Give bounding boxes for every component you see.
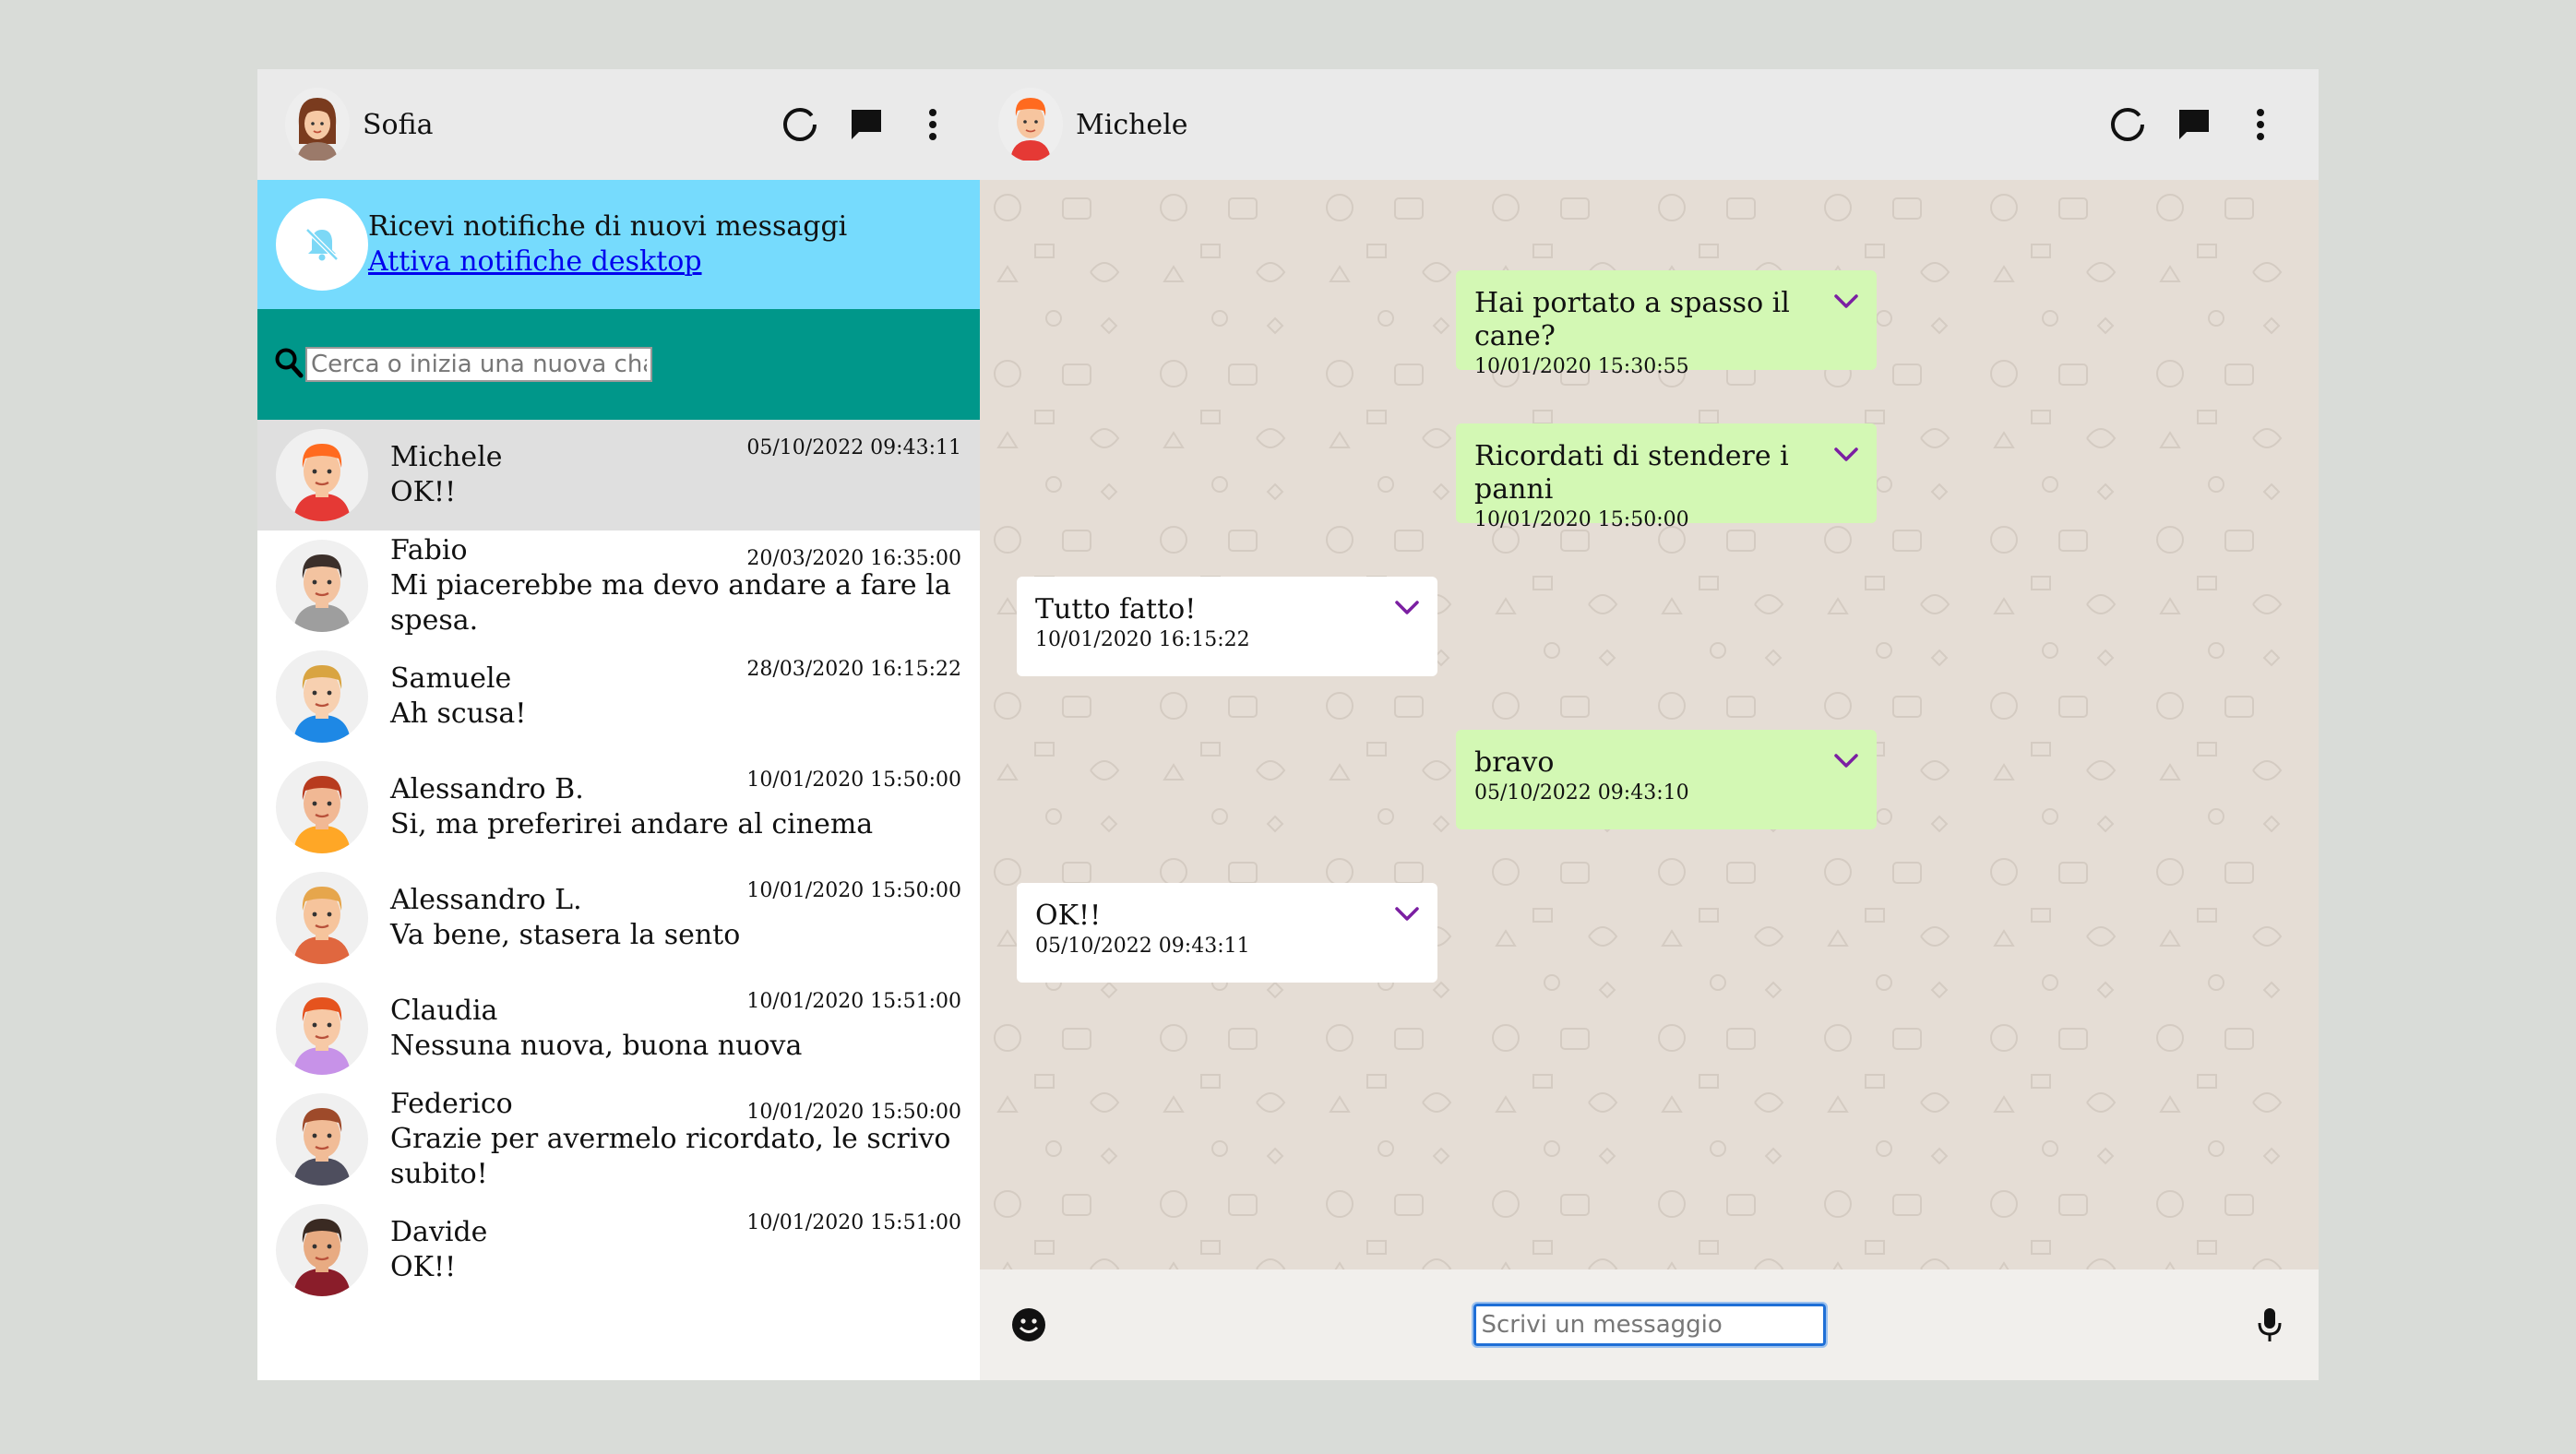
- chat-panel: Michele Hai portato a spasso il cane? 10…: [980, 69, 2319, 1380]
- contact-item[interactable]: Samuele Ah scusa! 28/03/2020 16:15:22: [257, 641, 980, 752]
- menu-dots-icon[interactable]: [912, 103, 954, 146]
- contact-timestamp: 10/01/2020 15:51:00: [746, 1211, 961, 1234]
- contact-last-message: Nessuna nuova, buona nuova: [390, 1030, 803, 1062]
- contact-timestamp: 05/10/2022 09:43:11: [746, 436, 961, 459]
- received-message-bubble[interactable]: Tutto fatto! 10/01/2020 16:15:22: [1017, 577, 1437, 676]
- chat-icon[interactable]: [2173, 103, 2215, 146]
- message-timestamp: 05/10/2022 09:43:11: [1035, 935, 1250, 958]
- message-text: Ricordati di stendere i panni: [1474, 440, 1789, 506]
- contact-avatar: [276, 1204, 368, 1296]
- message-timestamp: 10/01/2020 16:15:22: [1035, 628, 1250, 651]
- notification-title: Ricevi notifiche di nuovi messaggi: [368, 210, 848, 243]
- chat-icon[interactable]: [845, 103, 888, 146]
- contact-last-message: Grazie per avermelo ricordato, le scrivo…: [390, 1123, 951, 1190]
- contact-last-message: Ah scusa!: [390, 697, 527, 730]
- message-timestamp: 10/01/2020 15:50:00: [1474, 508, 1689, 531]
- app-window: Sofia Ricevi notifiche di nuovi messaggi…: [257, 69, 2319, 1380]
- smiley-icon[interactable]: [1008, 1304, 1050, 1346]
- compose-bar: [980, 1269, 2319, 1380]
- chevron-down-icon[interactable]: [1832, 444, 1860, 466]
- sidebar-header-actions: [779, 103, 954, 146]
- contact-last-message: Mi piacerebbe ma devo andare a fare la s…: [390, 569, 951, 637]
- microphone-icon[interactable]: [2248, 1304, 2291, 1346]
- contact-timestamp: 10/01/2020 15:50:00: [746, 879, 961, 902]
- contact-list: Michele OK!! 05/10/2022 09:43:11 Fabio Mi pi…: [257, 420, 980, 1380]
- user-avatar[interactable]: [285, 88, 350, 161]
- contact-item[interactable]: Federico Grazie per avermelo ricordato, l…: [257, 1084, 980, 1195]
- contact-item[interactable]: Alessandro L. Va bene, stasera la sento 10…: [257, 863, 980, 973]
- sent-message-bubble[interactable]: Ricordati di stendere i panni 10/01/2020 …: [1456, 423, 1877, 531]
- contact-avatar: [276, 429, 368, 521]
- search-bar: [257, 309, 980, 420]
- notification-text: Ricevi notifiche di nuovi messaggi Attiv…: [368, 209, 847, 280]
- contact-avatar[interactable]: [998, 88, 1063, 161]
- status-icon[interactable]: [2106, 103, 2149, 146]
- message-text: OK!!: [1035, 900, 1102, 932]
- message-text: bravo: [1474, 746, 1555, 779]
- contact-last-message: Va bene, stasera la sento: [390, 919, 741, 951]
- sidebar-header: Sofia: [257, 69, 980, 180]
- contact-timestamp: 28/03/2020 16:15:22: [746, 658, 961, 681]
- chevron-down-icon[interactable]: [1832, 750, 1860, 772]
- bell-off-icon: [276, 198, 368, 291]
- chat-contact-name: Michele: [1076, 108, 1188, 141]
- message-timestamp: 05/10/2022 09:43:10: [1474, 781, 1689, 804]
- contact-timestamp: 10/01/2020 15:50:00: [746, 769, 961, 792]
- status-icon[interactable]: [779, 103, 821, 146]
- user-name: Sofia: [363, 108, 434, 141]
- contact-avatar: [276, 1093, 368, 1186]
- contact-last-message: OK!!: [390, 1251, 457, 1283]
- contact-timestamp: 10/01/2020 15:50:00: [746, 1101, 961, 1124]
- contact-item[interactable]: Claudia Nessuna nuova, buona nuova 10/01/2…: [257, 973, 980, 1084]
- contact-item[interactable]: Alessandro B. Si, ma preferirei andare al…: [257, 752, 980, 863]
- notification-banner: Ricevi notifiche di nuovi messaggi Attiv…: [257, 180, 980, 309]
- menu-dots-icon[interactable]: [2239, 103, 2282, 146]
- contact-avatar: [276, 872, 368, 964]
- message-area[interactable]: Hai portato a spasso il cane? 10/01/2020 …: [980, 180, 2319, 1269]
- received-message-bubble[interactable]: OK!! 05/10/2022 09:43:11: [1017, 883, 1437, 983]
- enable-notifications-link[interactable]: Attiva notifiche desktop: [368, 245, 702, 278]
- chevron-down-icon[interactable]: [1832, 291, 1860, 313]
- contact-last-message: OK!!: [390, 476, 457, 508]
- search-icon: [274, 347, 304, 382]
- contact-timestamp: 20/03/2020 16:35:00: [746, 547, 961, 570]
- contact-avatar: [276, 761, 368, 853]
- sent-message-bubble[interactable]: Hai portato a spasso il cane? 10/01/2020 …: [1456, 270, 1877, 378]
- message-text: Tutto fatto!: [1035, 593, 1197, 626]
- contact-avatar: [276, 650, 368, 743]
- chevron-down-icon[interactable]: [1393, 597, 1421, 619]
- sent-message-bubble[interactable]: bravo 05/10/2022 09:43:10: [1456, 730, 1877, 829]
- message-text: Hai portato a spasso il cane?: [1474, 287, 1790, 352]
- chevron-down-icon[interactable]: [1393, 903, 1421, 925]
- contact-last-message: Si, ma preferirei andare al cinema: [390, 808, 874, 840]
- contact-item[interactable]: Michele OK!! 05/10/2022 09:43:11: [257, 420, 980, 530]
- chat-header-actions: [2106, 103, 2282, 146]
- contact-item[interactable]: Fabio Mi piacerebbe ma devo andare a fare…: [257, 530, 980, 641]
- search-input[interactable]: [305, 347, 652, 382]
- chat-header: Michele: [980, 69, 2319, 180]
- contact-item[interactable]: Davide OK!! 10/01/2020 15:51:00: [257, 1195, 980, 1305]
- contact-timestamp: 10/01/2020 15:51:00: [746, 990, 961, 1013]
- sidebar: Sofia Ricevi notifiche di nuovi messaggi…: [257, 69, 980, 1380]
- contact-avatar: [276, 983, 368, 1075]
- message-input[interactable]: [1471, 1302, 1828, 1348]
- contact-avatar: [276, 540, 368, 632]
- message-timestamp: 10/01/2020 15:30:55: [1474, 355, 1689, 378]
